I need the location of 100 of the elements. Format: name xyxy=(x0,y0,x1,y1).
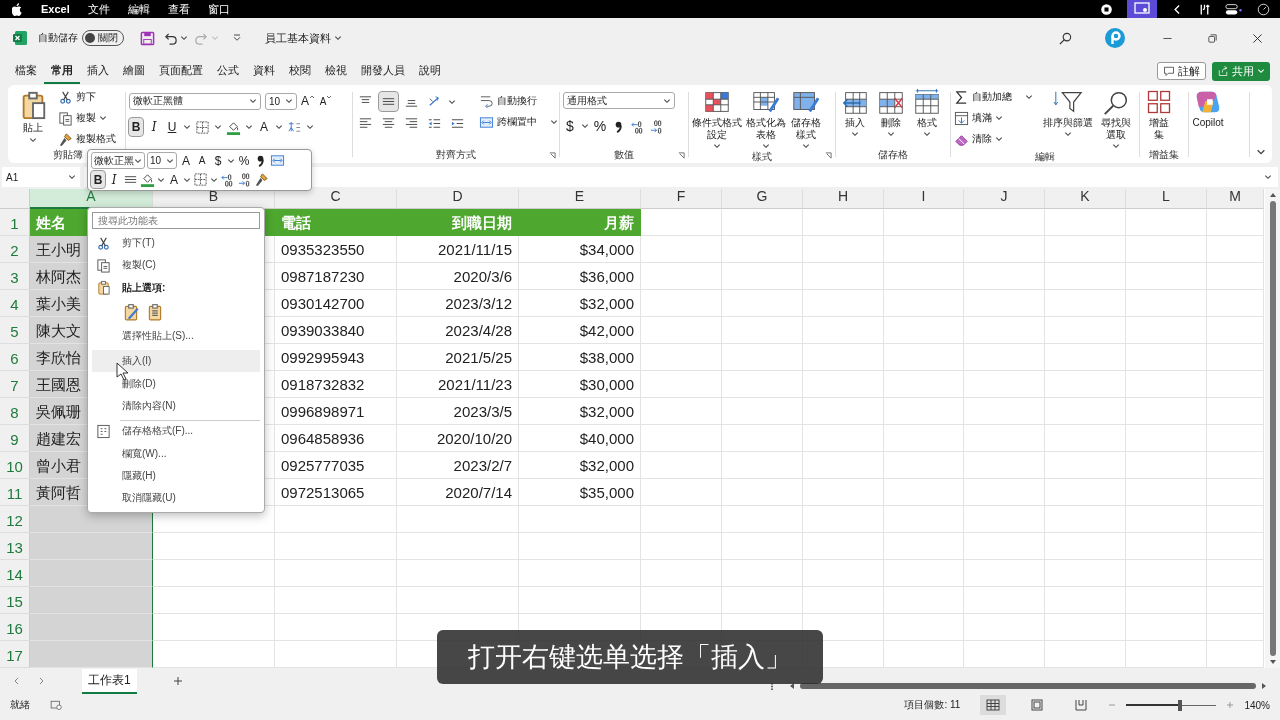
scroll-down-icon[interactable] xyxy=(1268,658,1277,666)
caret-icon[interactable] xyxy=(227,156,235,165)
ribbon-tab[interactable]: 繪圖 xyxy=(116,58,152,84)
row-header[interactable]: 12 xyxy=(0,506,30,533)
row-header[interactable]: 2 xyxy=(0,236,30,263)
menu-item[interactable]: 編輯 xyxy=(127,1,150,17)
bold-button[interactable]: B xyxy=(129,118,143,136)
row-header[interactable]: 13 xyxy=(0,533,30,560)
column-header[interactable]: M xyxy=(1207,189,1264,209)
plus-icon[interactable] xyxy=(172,676,183,686)
caret-icon[interactable] xyxy=(448,97,456,106)
row-header[interactable]: 17 xyxy=(0,641,30,668)
increase-decimal-icon[interactable] xyxy=(630,118,645,134)
caret-icon[interactable] xyxy=(210,175,218,184)
row-header[interactable]: 9 xyxy=(0,425,30,452)
fill-button[interactable]: 填滿 xyxy=(954,109,1036,127)
horizontal-scrollbar[interactable] xyxy=(788,680,1268,692)
phonetic-icon[interactable] xyxy=(287,119,302,135)
scroll-left-icon[interactable] xyxy=(788,682,796,690)
ribbon-tab[interactable]: 資料 xyxy=(246,58,282,84)
paste-button[interactable]: 貼上 xyxy=(14,88,52,146)
cell-styles-button[interactable]: 儲存格樣式 xyxy=(790,88,822,150)
ribbon-tab[interactable]: 檔案 xyxy=(8,58,44,84)
increase-font-button[interactable]: A xyxy=(301,92,315,110)
caret-icon[interactable] xyxy=(157,175,165,184)
caret-icon[interactable] xyxy=(245,123,253,131)
column-header[interactable]: J xyxy=(964,189,1045,209)
avatar-icon[interactable] xyxy=(1105,28,1125,48)
chevron-down-icon[interactable] xyxy=(1256,147,1266,157)
row-header[interactable]: 7 xyxy=(0,371,30,398)
column-header[interactable]: F xyxy=(641,189,722,209)
vertical-scrollbar[interactable] xyxy=(1265,189,1280,668)
column-header[interactable]: D xyxy=(397,189,519,209)
align-icon[interactable] xyxy=(379,92,398,111)
scroll-up-icon[interactable] xyxy=(1268,191,1277,199)
italic-button[interactable]: I xyxy=(147,118,161,136)
currency-button[interactable]: $ xyxy=(211,152,225,169)
clock-icon[interactable] xyxy=(1257,2,1270,16)
ribbon-tab[interactable]: 檢視 xyxy=(318,58,354,84)
app-menu[interactable]: Excel xyxy=(41,3,70,15)
slider-thumb[interactable] xyxy=(1178,699,1183,711)
copy-button[interactable]: 複製 xyxy=(58,109,116,127)
caret-icon[interactable] xyxy=(275,123,283,131)
scroll-right-icon[interactable] xyxy=(1260,682,1268,690)
ribbon-tab[interactable]: 開發人員 xyxy=(354,58,412,84)
normal-view-button[interactable] xyxy=(980,695,1007,715)
caret-icon[interactable] xyxy=(180,34,188,42)
ribbon-tab[interactable]: 公式 xyxy=(210,58,246,84)
menu-item[interactable]: 窗口 xyxy=(207,1,230,17)
percent-button[interactable]: % xyxy=(593,117,607,135)
paste-formatting-icon[interactable] xyxy=(122,301,140,322)
bold-button[interactable]: B xyxy=(91,171,105,188)
font-name-dropdown[interactable]: 微軟正黑體 xyxy=(129,92,261,110)
apple-logo-icon[interactable] xyxy=(12,2,23,16)
merge-cells-icon[interactable] xyxy=(270,153,285,168)
autosum-button[interactable]: 自動加總 xyxy=(954,88,1036,106)
control-center-icon[interactable] xyxy=(1225,2,1243,16)
font-color-button[interactable]: A xyxy=(167,171,181,188)
caret-icon[interactable] xyxy=(183,175,191,184)
copilot-button[interactable]: Copilot xyxy=(1192,88,1224,129)
font-size-dropdown[interactable]: 10 xyxy=(147,152,177,169)
ribbon-tab[interactable]: 說明 xyxy=(412,58,448,84)
add-ins-button[interactable]: 增益集 xyxy=(1143,88,1175,141)
caret-icon[interactable] xyxy=(306,123,314,131)
wrap-text-button[interactable]: 自動換行 xyxy=(479,92,558,110)
ribbon-tab[interactable]: 插入 xyxy=(80,58,116,84)
search-icon[interactable] xyxy=(1058,30,1073,46)
fill-color-icon[interactable] xyxy=(226,119,241,135)
increase-decimal-icon[interactable] xyxy=(220,172,235,187)
caret-icon[interactable] xyxy=(214,123,222,131)
save-icon[interactable] xyxy=(140,30,155,46)
column-header[interactable]: G xyxy=(722,189,803,209)
font-color-button[interactable]: A xyxy=(257,118,271,136)
ribbon-tab[interactable]: 頁面配置 xyxy=(152,58,210,84)
chevron-down-icon[interactable] xyxy=(1264,173,1272,181)
row-header[interactable]: 4 xyxy=(0,290,30,317)
caret-icon[interactable] xyxy=(183,123,191,131)
borders-icon[interactable] xyxy=(193,172,208,187)
close-icon[interactable] xyxy=(1251,31,1264,45)
column-header[interactable]: L xyxy=(1126,189,1207,209)
row-header[interactable]: 5 xyxy=(0,317,30,344)
ribbon-tab[interactable]: 校閱 xyxy=(282,58,318,84)
share-button[interactable]: 共用 xyxy=(1212,61,1270,81)
column-header[interactable]: E xyxy=(519,189,641,209)
borders-icon[interactable] xyxy=(195,119,210,135)
font-name-dropdown[interactable]: 微軟正黑 xyxy=(91,152,145,169)
macro-record-icon[interactable] xyxy=(50,699,62,711)
decrease-font-button[interactable]: A xyxy=(319,92,333,110)
row-header[interactable]: 6 xyxy=(0,344,30,371)
cut-button[interactable]: 剪下 xyxy=(58,88,116,106)
paintbrush-icon[interactable] xyxy=(254,172,269,187)
comments-button[interactable]: 註解 xyxy=(1157,62,1206,80)
row-header[interactable]: 8 xyxy=(0,398,30,425)
document-title[interactable]: 員工基本資料 xyxy=(265,30,331,46)
dialog-launcher-icon[interactable] xyxy=(549,152,556,159)
column-header[interactable]: H xyxy=(803,189,884,209)
row-header[interactable]: 15 xyxy=(0,587,30,614)
sort-filter-button[interactable]: 排序與篩選 xyxy=(1040,88,1096,138)
chevron-down-icon[interactable] xyxy=(334,34,342,42)
format-painter-button[interactable]: 複製格式 xyxy=(58,130,116,148)
